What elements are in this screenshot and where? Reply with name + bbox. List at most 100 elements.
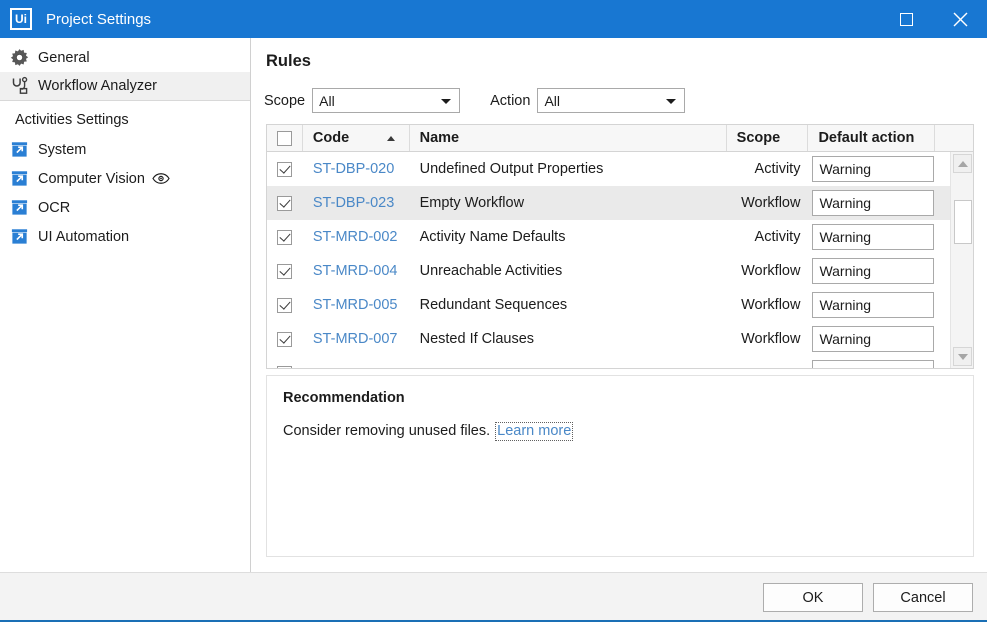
column-header-name[interactable]: Name [410,125,727,151]
row-checkbox-cell[interactable] [267,288,303,322]
row-checkbox[interactable] [277,195,293,211]
rule-name [410,356,727,368]
row-checkbox-cell[interactable] [267,254,303,288]
recommendation-text: Consider removing unused files. [283,423,491,439]
action-filter-value: All [544,92,560,109]
ok-button[interactable]: OK [763,583,863,612]
sidebar-item-ui-automation[interactable]: UI Automation [0,222,250,251]
project-settings-window: Ui Project Settings General Workflow Ana… [0,0,987,622]
chevron-down-icon [441,98,452,104]
scope-filter-value: All [319,92,335,109]
table-row[interactable]: ST-MRD-002 Activity Name Defaults Activi… [267,220,973,254]
row-checkbox-cell[interactable] [267,220,303,254]
table-row[interactable]: ST-MRD-004 Unreachable Activities Workfl… [267,254,973,288]
row-checkbox[interactable] [277,229,293,245]
row-checkbox-cell[interactable] [267,152,303,186]
rule-scope: Workflow [741,195,801,211]
sidebar-item-label: Workflow Analyzer [38,78,157,94]
table-body: ST-DBP-020 Undefined Output Properties A… [267,152,973,368]
row-checkbox-cell[interactable] [267,186,303,220]
rule-code-link[interactable]: ST-DBP-020 [303,152,410,186]
rule-code-link[interactable]: ST-MRD-007 [303,322,410,356]
row-checkbox-cell[interactable] [267,322,303,356]
select-all-header[interactable] [267,125,303,151]
default-action-dropdown[interactable]: Warning [812,156,935,182]
recommendation-title: Recommendation [283,390,405,406]
row-checkbox[interactable] [277,263,293,279]
default-action-dropdown[interactable] [812,360,935,368]
action-filter-dropdown[interactable]: All [537,88,686,113]
rule-code-link[interactable]: ST-MRD-004 [303,254,410,288]
column-header-label: Name [419,130,460,146]
sidebar-item-system[interactable]: System [0,135,250,164]
sort-ascending-icon [386,136,395,141]
rule-action-cell[interactable]: Warning [808,186,935,220]
row-checkbox[interactable] [277,161,293,177]
row-checkbox[interactable] [277,365,293,368]
column-header-default-action[interactable]: Default action [808,125,936,151]
column-header-code[interactable]: Code [303,125,410,151]
maximize-button[interactable] [883,0,929,38]
default-action-dropdown[interactable]: Warning [812,258,935,284]
rule-action-cell[interactable]: Warning [808,288,935,322]
learn-more-link[interactable]: Learn more [495,422,574,441]
rule-action-cell[interactable]: Warning [808,254,935,288]
rule-action-cell[interactable]: Warning [808,322,935,356]
row-checkbox[interactable] [277,331,293,347]
scroll-up-button[interactable] [953,154,972,173]
scope-filter-dropdown[interactable]: All [312,88,461,113]
dialog-footer: OK Cancel [0,572,987,620]
cancel-button[interactable]: Cancel [873,583,973,612]
table-row[interactable]: ST-DBP-020 Undefined Output Properties A… [267,152,973,186]
sidebar-item-label: System [38,141,87,158]
row-checkbox-cell[interactable] [267,356,303,368]
sidebar-item-general[interactable]: General [0,43,250,72]
table-vertical-scrollbar[interactable] [950,152,973,368]
default-action-dropdown[interactable]: Warning [812,190,935,216]
rule-name: Undefined Output Properties [419,161,604,177]
default-action-dropdown[interactable]: Warning [812,326,935,352]
column-header-spacer [935,125,973,151]
sidebar-item-ocr[interactable]: OCR [0,193,250,222]
scope-filter-label: Scope [264,92,306,109]
rule-scope: Workflow [741,297,801,313]
rule-action-cell[interactable]: Warning [808,220,935,254]
default-action-value: Warning [819,229,872,245]
sidebar-item-computer-vision[interactable]: Computer Vision [0,164,250,193]
rule-code-link[interactable]: ST-DBP-023 [303,186,410,220]
sidebar-section-activities-settings: Activities Settings [0,105,250,135]
maximize-icon [899,12,913,26]
rule-action-cell[interactable] [808,356,935,368]
rule-scope: Activity [754,161,801,177]
sidebar-section-label: Activities Settings [15,112,129,128]
title-bar: Ui Project Settings [0,0,987,38]
close-button[interactable] [937,0,983,38]
rule-scope: Workflow [741,331,801,347]
table-row[interactable]: ST-DBP-023 Empty Workflow Workflow Warni… [267,186,973,220]
scroll-down-button[interactable] [953,347,972,366]
sidebar-item-workflow-analyzer[interactable]: Workflow Analyzer [0,72,250,101]
rule-scope: Workflow [741,263,801,279]
close-icon [953,12,967,26]
column-header-scope[interactable]: Scope [727,125,809,151]
chevron-down-icon [666,98,677,104]
table-row[interactable]: ST-MRD-007 Nested If Clauses Workflow Wa… [267,322,973,356]
rule-code-link[interactable]: ST-MRD-005 [303,288,410,322]
column-header-label: Scope [736,130,781,146]
rule-code-link[interactable]: ST-MRD-002 [303,220,410,254]
window-title: Project Settings [46,10,152,28]
rules-panel: Rules Scope All Action All Code Name Sco… [252,38,987,572]
scrollbar-thumb[interactable] [954,200,972,244]
filter-bar: Scope All Action All [264,88,686,113]
rule-code-link[interactable] [303,356,410,368]
column-header-label: Default action [818,130,915,146]
table-row[interactable]: ST-MRD-005 Redundant Sequences Workflow … [267,288,973,322]
page-title: Rules [266,52,311,70]
default-action-dropdown[interactable]: Warning [812,224,935,250]
rule-name: Activity Name Defaults [419,229,566,245]
row-checkbox[interactable] [277,297,293,313]
default-action-dropdown[interactable]: Warning [812,292,935,318]
select-all-checkbox[interactable] [276,130,292,146]
table-row-partial[interactable] [267,356,973,368]
rule-action-cell[interactable]: Warning [808,152,935,186]
